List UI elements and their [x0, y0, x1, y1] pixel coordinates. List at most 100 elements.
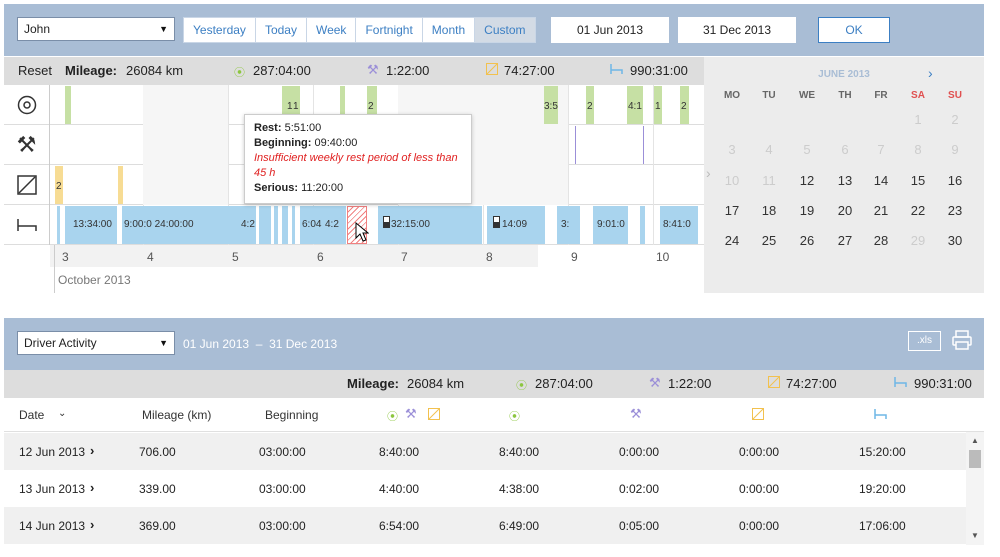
- axis-tick: 5: [232, 250, 239, 264]
- calendar-day[interactable]: 13: [830, 173, 860, 188]
- drive-block[interactable]: 4:1: [627, 86, 643, 124]
- drive-block[interactable]: [65, 86, 71, 124]
- drive-block-label: 1: [293, 101, 299, 112]
- drive-block[interactable]: 1: [654, 86, 662, 124]
- cell-combined: 6:54:00: [379, 519, 420, 533]
- date-from-field[interactable]: 01 Jun 2013: [551, 17, 669, 43]
- calendar-day[interactable]: 4: [754, 142, 784, 157]
- rest-block[interactable]: [640, 206, 645, 244]
- calendar-day[interactable]: 1: [903, 112, 933, 127]
- calendar-day[interactable]: 18: [754, 203, 784, 218]
- work-block[interactable]: [643, 126, 644, 164]
- column-mileage[interactable]: Mileage (km): [142, 408, 211, 422]
- rest-duration-label: 13:34:00: [73, 219, 112, 230]
- scrollbar-thumb[interactable]: [969, 450, 981, 468]
- calendar-day[interactable]: 30: [940, 233, 970, 248]
- calendar-day[interactable]: 3: [717, 142, 747, 157]
- calendar-day[interactable]: 14: [866, 173, 896, 188]
- available-block[interactable]: 2: [55, 166, 63, 204]
- table-scrollbar[interactable]: ▲ ▼: [966, 432, 984, 545]
- cell-work: 0:05:00: [619, 519, 660, 533]
- drive-block[interactable]: 2: [586, 86, 594, 124]
- calendar-day[interactable]: 15: [903, 173, 933, 188]
- reset-button[interactable]: Reset: [18, 63, 52, 78]
- tab-week[interactable]: Week: [307, 18, 357, 42]
- hammers-icon: ⚒: [630, 406, 642, 421]
- chevron-right-icon[interactable]: ›: [90, 443, 94, 458]
- calendar-day[interactable]: 20: [830, 203, 860, 218]
- calendar-day[interactable]: 26: [792, 233, 822, 248]
- calendar-day[interactable]: 7: [866, 142, 896, 157]
- cell-available: 0:00:00: [739, 519, 780, 533]
- column-beginning[interactable]: Beginning: [265, 408, 318, 422]
- printer-icon[interactable]: [951, 329, 973, 351]
- rest-block[interactable]: [259, 206, 271, 244]
- calendar-day[interactable]: 29: [903, 233, 933, 248]
- calendar-day[interactable]: 23: [940, 203, 970, 218]
- rest-duration-label: 4:2: [241, 219, 255, 230]
- drive-block[interactable]: 3:5: [544, 86, 558, 124]
- tab-yesterday[interactable]: Yesterday: [184, 18, 256, 42]
- table-row[interactable]: 12 Jun 2013 › 706.00 03:00:00 8:40:00 8:4…: [4, 433, 966, 470]
- tab-custom[interactable]: Custom: [475, 18, 535, 42]
- period-tabs: Yesterday Today Week Fortnight Month Cus…: [183, 17, 536, 43]
- ok-button[interactable]: OK: [818, 17, 890, 43]
- chevron-right-icon[interactable]: ›: [928, 65, 933, 81]
- scroll-down-icon[interactable]: ▼: [971, 531, 979, 540]
- chevron-right-icon[interactable]: ›: [90, 517, 94, 532]
- timeline-summary-bar: Reset Mileage: 26084 km ⦿ 287:04:00 ⚒ 1:…: [4, 57, 704, 85]
- calendar-day[interactable]: 10: [717, 173, 747, 188]
- calendar-day[interactable]: 27: [830, 233, 860, 248]
- calendar-day[interactable]: 17: [717, 203, 747, 218]
- calendar-day[interactable]: 16: [940, 173, 970, 188]
- rest-block[interactable]: [282, 206, 288, 244]
- report-range: 01 Jun 2013 – 31 Dec 2013: [183, 337, 338, 351]
- drive-block-label: 1: [287, 101, 293, 112]
- calendar-day[interactable]: 2: [940, 112, 970, 127]
- available-block[interactable]: [118, 166, 123, 204]
- calendar-day[interactable]: 6: [830, 142, 860, 157]
- tab-fortnight[interactable]: Fortnight: [356, 18, 423, 42]
- rest-block[interactable]: [57, 206, 60, 244]
- tooltip-rest-label: Rest:: [254, 122, 282, 134]
- report-type-select[interactable]: Driver Activity ▼: [17, 331, 175, 355]
- available-block-label: 2: [56, 181, 62, 192]
- rest-block[interactable]: [274, 206, 278, 244]
- chevron-right-icon[interactable]: ›: [706, 165, 711, 181]
- calendar-day[interactable]: 24: [717, 233, 747, 248]
- calendar-day[interactable]: 11: [754, 173, 784, 188]
- table-row[interactable]: 14 Jun 2013 › 369.00 03:00:00 6:54:00 6:4…: [4, 507, 966, 544]
- column-date[interactable]: Date: [19, 408, 44, 422]
- chevron-right-icon[interactable]: ›: [90, 480, 94, 495]
- calendar-day[interactable]: 8: [903, 142, 933, 157]
- calendar-day[interactable]: 25: [754, 233, 784, 248]
- drive-block[interactable]: 2: [680, 86, 689, 124]
- calendar-day[interactable]: 5: [792, 142, 822, 157]
- calendar-day[interactable]: 22: [903, 203, 933, 218]
- calendar-day[interactable]: 28: [866, 233, 896, 248]
- rest-total: 990:31:00: [914, 376, 972, 391]
- tab-today[interactable]: Today: [256, 18, 307, 42]
- rest-duration-label: 9:01:0: [597, 219, 625, 230]
- cell-rest: 17:06:00: [859, 519, 906, 533]
- slash-box-icon: [428, 408, 440, 423]
- cell-available: 0:00:00: [739, 482, 780, 496]
- scroll-up-icon[interactable]: ▲: [971, 436, 979, 445]
- mileage-label: Mileage:: [347, 376, 400, 391]
- tab-month[interactable]: Month: [423, 18, 476, 42]
- calendar-day[interactable]: 12: [792, 173, 822, 188]
- work-block[interactable]: [575, 126, 576, 164]
- export-xls-button[interactable]: .xls: [908, 331, 941, 351]
- slash-box-icon: [768, 376, 780, 391]
- sort-chevron-down-icon[interactable]: ⌄: [58, 408, 66, 419]
- rest-block[interactable]: [292, 206, 295, 244]
- table-row[interactable]: 13 Jun 2013 › 339.00 03:00:00 4:40:00 4:3…: [4, 470, 966, 507]
- weekday-label: TU: [762, 90, 776, 101]
- calendar-day[interactable]: 21: [866, 203, 896, 218]
- date-to-field[interactable]: 31 Dec 2013: [678, 17, 796, 43]
- driver-select[interactable]: John ▼: [17, 17, 175, 41]
- calendar-day[interactable]: 9: [940, 142, 970, 157]
- cell-date: 14 Jun 2013: [19, 519, 86, 533]
- calendar-day[interactable]: 19: [792, 203, 822, 218]
- work-total: 1:22:00: [386, 63, 430, 78]
